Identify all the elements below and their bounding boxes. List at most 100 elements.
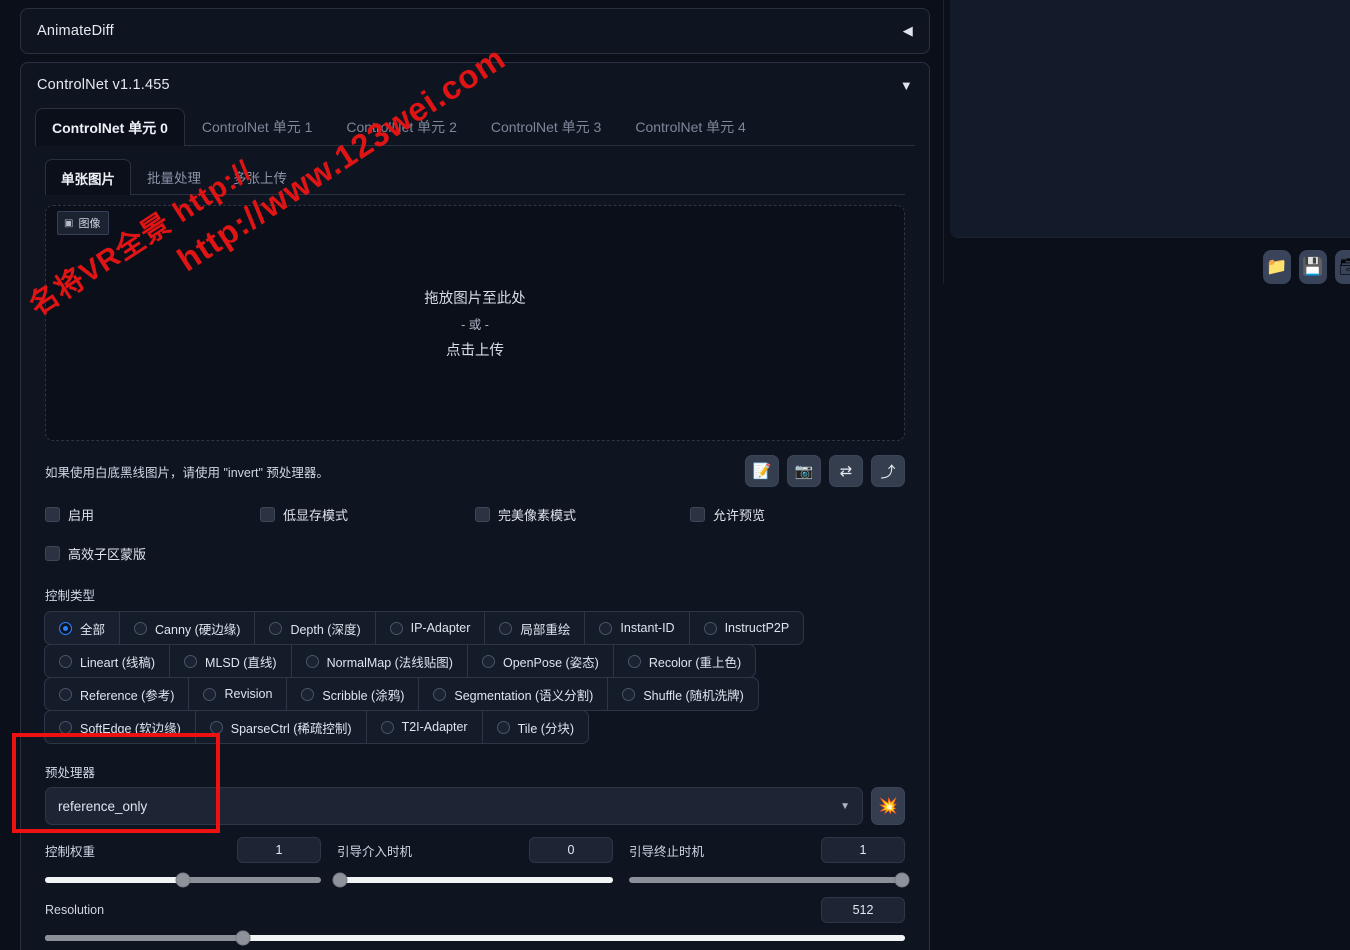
checkbox-enable-box[interactable] <box>45 507 60 522</box>
control-type-depth[interactable]: Depth (深度) <box>254 611 375 645</box>
control-type-softedge[interactable]: SoftEdge (软边缘) <box>44 710 196 744</box>
open-folder-icon[interactable]: 📁 <box>1263 250 1291 284</box>
tab-controlnet-unit-4[interactable]: ControlNet 单元 4 <box>618 107 762 145</box>
triangle-left-icon[interactable] <box>903 23 913 39</box>
slider-resolution-track[interactable] <box>45 935 905 941</box>
slider-guidance-end-value[interactable]: 1 <box>821 837 905 863</box>
control-type-reference[interactable]: Reference (参考) <box>44 677 189 711</box>
slider-guidance-start-value[interactable]: 0 <box>529 837 613 863</box>
slider-control-weight-track[interactable] <box>45 877 321 883</box>
control-type-shuffle-label: Shuffle (随机洗牌) <box>643 685 744 704</box>
control-type-recolor[interactable]: Recolor (重上色) <box>613 644 756 678</box>
tab-batch-process[interactable]: 批量处理 <box>131 158 217 194</box>
save-icon[interactable]: 💾 <box>1299 250 1327 284</box>
dropzone-click-upload[interactable]: 点击上传 <box>446 339 504 360</box>
radio-dot <box>704 622 717 635</box>
slider-resolution-value[interactable]: 512 <box>821 897 905 923</box>
chevron-down-icon[interactable]: ▼ <box>840 801 850 812</box>
checkbox-low-vram-box[interactable] <box>260 507 275 522</box>
radio-dot <box>497 721 510 734</box>
weight-timing-sliders: 控制权重 1 引导介入时机 0 <box>45 835 905 883</box>
tab-single-image[interactable]: 单张图片 <box>45 159 131 195</box>
hint-row: 如果使用白底黑线图片，请使用 "invert" 预处理器。 📝 📷 ⇄ ⤴ <box>45 455 905 487</box>
control-type-instructp2p[interactable]: InstructP2P <box>689 611 805 645</box>
archive-icon[interactable]: 🗃 <box>1335 250 1350 284</box>
slider-guidance-start-label: 引导介入时机 <box>337 841 412 860</box>
swap-icon[interactable]: ⇄ <box>829 455 863 487</box>
radio-dot <box>184 655 197 668</box>
accordion-animatediff-header[interactable]: AnimateDiff <box>21 9 929 53</box>
slider-control-weight: 控制权重 1 <box>45 835 321 883</box>
edit-icon[interactable]: 📝 <box>745 455 779 487</box>
accordion-controlnet-header[interactable]: ControlNet v1.1.455 <box>21 63 929 107</box>
preprocessor-dropdown[interactable]: reference_only ▼ <box>45 787 863 825</box>
image-upload-area[interactable]: ▣ 图像 拖放图片至此处 - 或 - 点击上传 <box>45 205 905 441</box>
dropzone[interactable]: 拖放图片至此处 - 或 - 点击上传 <box>45 205 905 441</box>
output-gallery[interactable] <box>950 0 1350 238</box>
control-type-revision[interactable]: Revision <box>188 677 287 711</box>
tab-multi-upload[interactable]: 多张上传 <box>217 158 303 194</box>
image-source-tabs: 单张图片 批量处理 多张上传 <box>45 158 905 195</box>
control-type-row-1: 全部 Canny (硬边缘) Depth (深度) IP-Adapte <box>45 612 905 645</box>
control-type-openpose[interactable]: OpenPose (姿态) <box>467 644 614 678</box>
controlnet-unit-0-panel: 单张图片 批量处理 多张上传 ▣ 图像 拖放图片至此处 - 或 - <box>35 158 915 950</box>
slider-guidance-start-track[interactable] <box>337 877 613 883</box>
control-type-mlsd[interactable]: MLSD (直线) <box>169 644 292 678</box>
control-type-t2i-adapter[interactable]: T2I-Adapter <box>366 710 483 744</box>
checkbox-allow-preview[interactable]: 允许预览 <box>690 505 765 524</box>
slider-control-weight-value[interactable]: 1 <box>237 837 321 863</box>
slider-guidance-end-label: 引导终止时机 <box>629 841 704 860</box>
slider-guidance-end-track[interactable] <box>629 877 905 883</box>
radio-dot <box>622 688 635 701</box>
radio-dot <box>390 622 403 635</box>
slider-control-weight-label: 控制权重 <box>45 841 95 860</box>
control-type-reference-label: Reference (参考) <box>80 685 174 704</box>
control-type-tile[interactable]: Tile (分块) <box>482 710 589 744</box>
control-type-inpaint[interactable]: 局部重绘 <box>484 611 585 645</box>
control-type-lineart[interactable]: Lineart (线稿) <box>44 644 170 678</box>
radio-dot <box>134 622 147 635</box>
slider-guidance-start: 引导介入时机 0 <box>337 835 613 883</box>
radio-dot <box>482 655 495 668</box>
checkbox-pixel-perfect[interactable]: 完美像素模式 <box>475 505 690 524</box>
tab-controlnet-unit-3[interactable]: ControlNet 单元 3 <box>474 107 618 145</box>
arrow-up-curve-icon[interactable]: ⤴ <box>871 455 905 487</box>
checkbox-enable[interactable]: 启用 <box>45 505 260 524</box>
accordion-animatediff[interactable]: AnimateDiff <box>20 8 930 54</box>
checkbox-allow-preview-box[interactable] <box>690 507 705 522</box>
boom-icon[interactable]: 💥 <box>871 787 905 825</box>
checkbox-effective-region-mask[interactable]: 高效子区蒙版 <box>45 544 146 563</box>
checkbox-allow-preview-label: 允许预览 <box>713 505 765 524</box>
control-type-ip-adapter[interactable]: IP-Adapter <box>375 611 486 645</box>
control-type-row-3: Reference (参考) Revision Scribble (涂鸦) <box>45 678 905 711</box>
checkbox-effective-region-mask-box[interactable] <box>45 546 60 561</box>
control-type-all-label: 全部 <box>80 619 105 638</box>
control-type-scribble[interactable]: Scribble (涂鸦) <box>286 677 419 711</box>
control-type-instant-id-label: Instant-ID <box>620 621 674 635</box>
radio-dot <box>499 622 512 635</box>
control-type-mlsd-label: MLSD (直线) <box>205 652 277 671</box>
tab-controlnet-unit-0[interactable]: ControlNet 单元 0 <box>35 108 185 146</box>
camera-icon[interactable]: 📷 <box>787 455 821 487</box>
control-type-all[interactable]: 全部 <box>44 611 120 645</box>
control-type-softedge-label: SoftEdge (软边缘) <box>80 718 181 737</box>
slider-guidance-end: 引导终止时机 1 <box>629 835 905 883</box>
control-type-segmentation[interactable]: Segmentation (语义分割) <box>418 677 608 711</box>
radio-dot <box>210 721 223 734</box>
control-type-instant-id[interactable]: Instant-ID <box>584 611 689 645</box>
gallery-panel: 📁 💾 🗃 <box>943 0 1350 284</box>
accordion-controlnet: ControlNet v1.1.455 ControlNet 单元 0 Cont… <box>20 62 930 950</box>
tab-controlnet-unit-2[interactable]: ControlNet 单元 2 <box>329 107 473 145</box>
checkbox-pixel-perfect-box[interactable] <box>475 507 490 522</box>
control-type-ip-adapter-label: IP-Adapter <box>411 621 471 635</box>
control-type-shuffle[interactable]: Shuffle (随机洗牌) <box>607 677 759 711</box>
options-row-2: 高效子区蒙版 <box>45 544 905 563</box>
control-type-normalmap[interactable]: NormalMap (法线贴图) <box>291 644 468 678</box>
control-type-revision-label: Revision <box>224 687 272 701</box>
triangle-down-icon[interactable] <box>900 78 913 93</box>
tab-controlnet-unit-1[interactable]: ControlNet 单元 1 <box>185 107 329 145</box>
control-type-tile-label: Tile (分块) <box>518 718 574 737</box>
control-type-canny[interactable]: Canny (硬边缘) <box>119 611 255 645</box>
control-type-sparsectrl[interactable]: SparseCtrl (稀疏控制) <box>195 710 367 744</box>
checkbox-low-vram[interactable]: 低显存模式 <box>260 505 475 524</box>
